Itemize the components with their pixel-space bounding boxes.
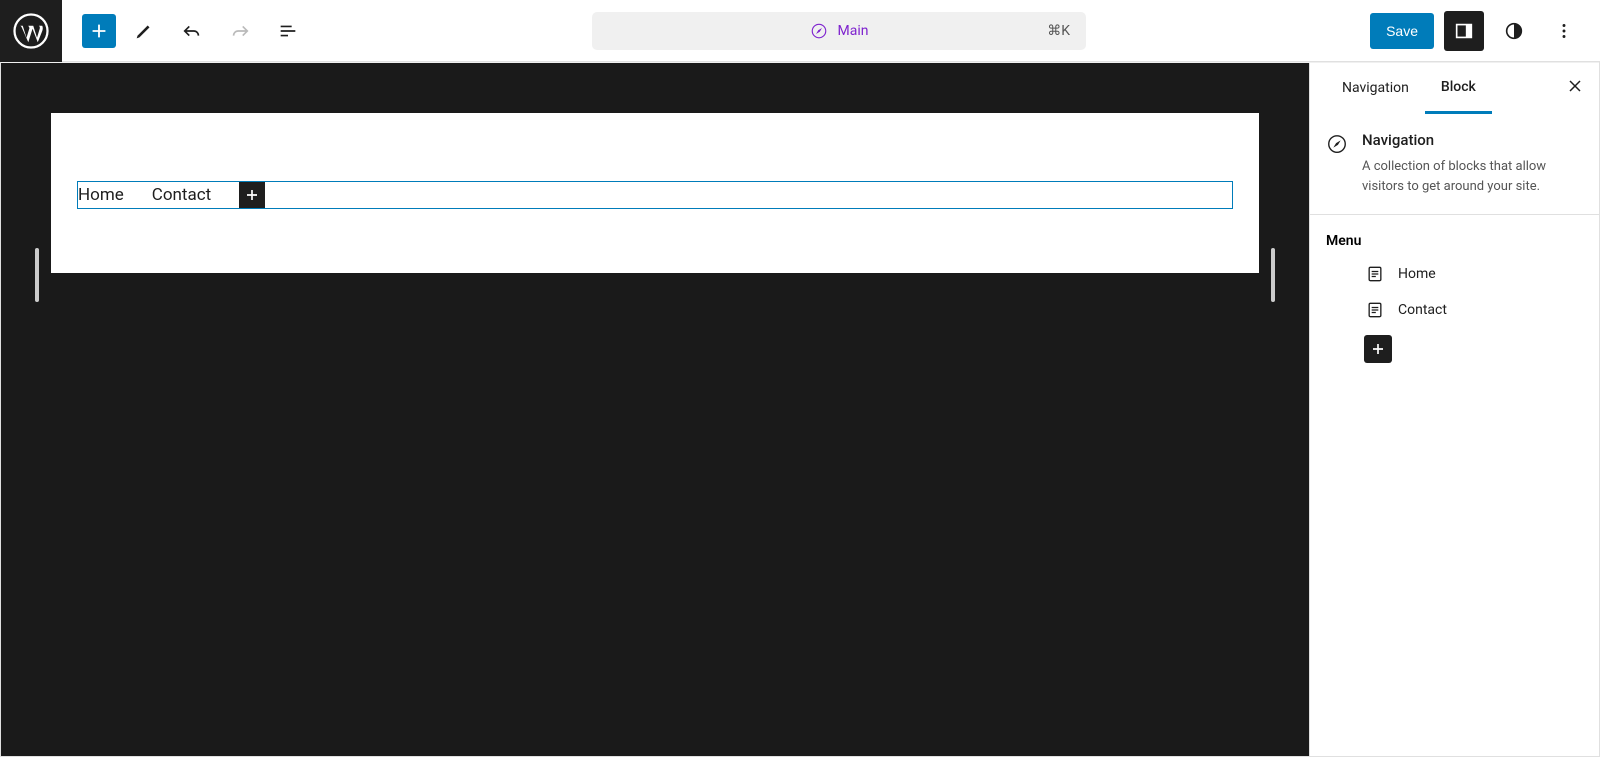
sidebar-icon bbox=[1453, 20, 1475, 42]
navigation-block[interactable]: Home Contact bbox=[77, 181, 1233, 209]
plus-icon bbox=[1368, 339, 1388, 359]
document-overview-button[interactable] bbox=[268, 11, 308, 51]
menu-item-label: Home bbox=[1398, 266, 1436, 282]
undo-button[interactable] bbox=[172, 11, 212, 51]
save-button[interactable]: Save bbox=[1370, 13, 1434, 49]
menu-heading: Menu bbox=[1326, 233, 1583, 249]
resize-handle-left[interactable] bbox=[35, 248, 39, 302]
plus-icon bbox=[242, 185, 262, 205]
document-title: Main bbox=[838, 23, 869, 39]
keyboard-shortcut: ⌘K bbox=[1047, 23, 1070, 39]
page-icon bbox=[1364, 263, 1386, 285]
block-description: A collection of blocks that allow visito… bbox=[1362, 157, 1583, 196]
page-icon bbox=[1364, 299, 1386, 321]
add-block-button[interactable] bbox=[82, 14, 116, 48]
navigation-block-icon bbox=[1326, 131, 1348, 196]
resize-handle-right[interactable] bbox=[1271, 248, 1275, 302]
close-icon bbox=[1565, 76, 1585, 96]
more-options-button[interactable] bbox=[1544, 11, 1584, 51]
block-description-panel: Navigation A collection of blocks that a… bbox=[1310, 113, 1599, 215]
menu-item-label: Contact bbox=[1398, 302, 1447, 318]
wordpress-icon bbox=[13, 13, 49, 49]
menu-item-home[interactable]: Home bbox=[1364, 263, 1583, 285]
contrast-icon bbox=[1503, 20, 1525, 42]
inspector-tabs: Navigation Block bbox=[1310, 63, 1599, 113]
close-sidebar-button[interactable] bbox=[1565, 76, 1585, 100]
block-title: Navigation bbox=[1362, 131, 1583, 149]
document-title-bar[interactable]: Main ⌘K bbox=[592, 12, 1086, 50]
plus-icon bbox=[88, 20, 110, 42]
ellipsis-vertical-icon bbox=[1553, 20, 1575, 42]
pencil-icon bbox=[133, 20, 155, 42]
tab-navigation[interactable]: Navigation bbox=[1326, 64, 1425, 112]
list-view-icon bbox=[277, 20, 299, 42]
editor-canvas-area: Home Contact bbox=[1, 63, 1309, 756]
nav-link-contact[interactable]: Contact bbox=[152, 185, 211, 205]
menu-panel: Menu Home bbox=[1310, 215, 1599, 381]
page-canvas[interactable]: Home Contact bbox=[51, 113, 1259, 273]
add-nav-item-button[interactable] bbox=[239, 182, 265, 208]
wordpress-logo[interactable] bbox=[0, 0, 62, 62]
add-menu-item-button[interactable] bbox=[1364, 335, 1392, 363]
styles-button[interactable] bbox=[1494, 11, 1534, 51]
settings-sidebar: Navigation Block Navigation A bbox=[1309, 63, 1599, 756]
menu-item-contact[interactable]: Contact bbox=[1364, 299, 1583, 321]
settings-sidebar-toggle[interactable] bbox=[1444, 11, 1484, 51]
redo-icon bbox=[229, 20, 251, 42]
compass-icon bbox=[810, 22, 828, 40]
top-toolbar: Main ⌘K Save bbox=[0, 0, 1600, 62]
edit-tool-button[interactable] bbox=[124, 11, 164, 51]
tab-block[interactable]: Block bbox=[1425, 63, 1492, 114]
redo-button bbox=[220, 11, 260, 51]
nav-link-home[interactable]: Home bbox=[78, 185, 124, 205]
undo-icon bbox=[181, 20, 203, 42]
compass-icon bbox=[1326, 133, 1348, 155]
